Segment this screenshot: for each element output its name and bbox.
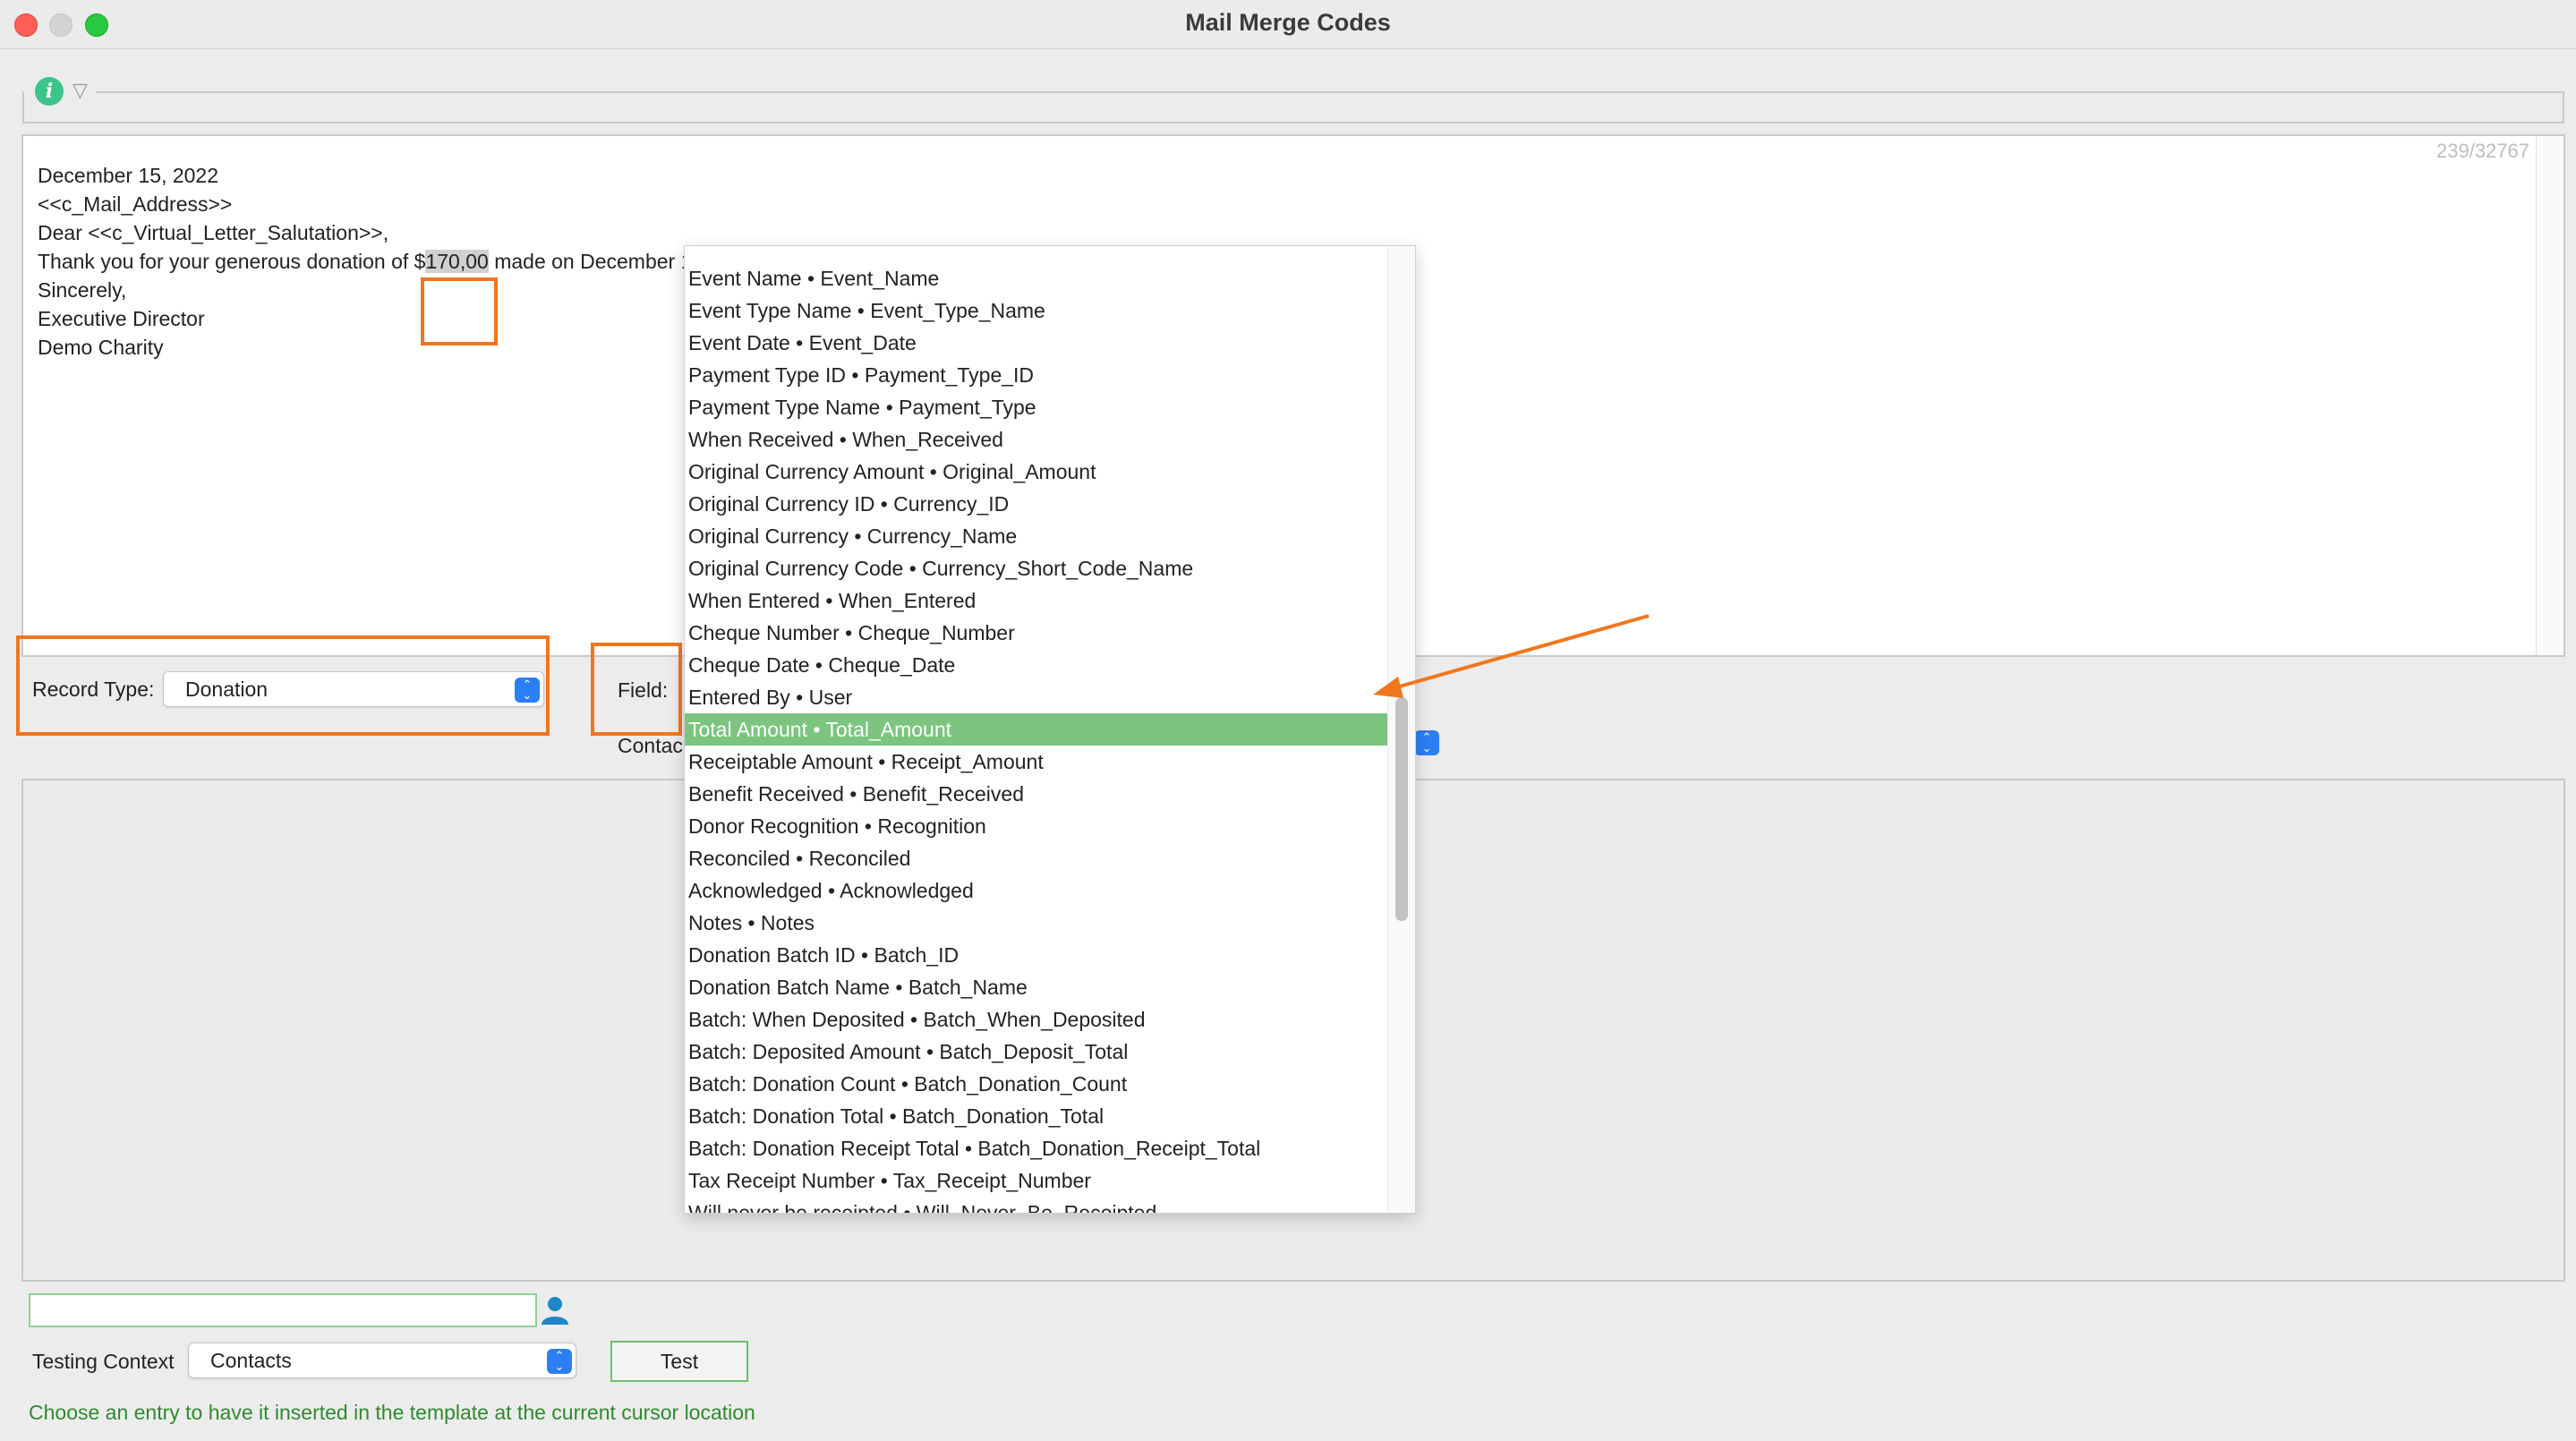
arrow-annotation [1373, 614, 1650, 698]
